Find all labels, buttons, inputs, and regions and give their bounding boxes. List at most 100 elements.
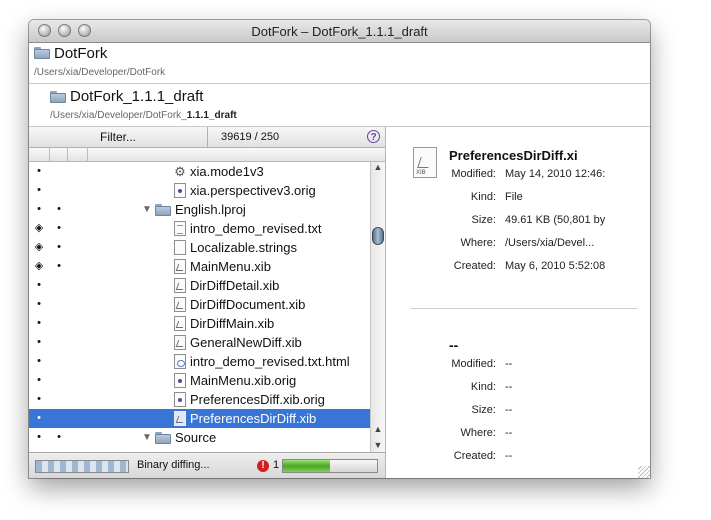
tree-row[interactable]: ◈ • MainMenu.xib [29, 257, 370, 276]
info-key: Kind: [470, 381, 496, 393]
status-marker: • [37, 412, 41, 424]
path-location: /Users/xia/Developer/DotFork_1.1.1_draft [50, 110, 237, 121]
path-name: DotFork_1.1.1_draft [70, 88, 204, 105]
scroll-up-icon[interactable]: ▲ [371, 162, 385, 172]
xib-file-icon [174, 297, 186, 312]
scroll-thumb[interactable] [372, 227, 384, 245]
tree-row[interactable]: • GeneralNewDiff.xib [29, 333, 370, 352]
orig-file-icon [174, 373, 186, 388]
tree-row[interactable]: • ⚙ xia.mode1v3 [29, 162, 370, 181]
info-key: Size: [471, 404, 496, 416]
status-marker: • [57, 241, 61, 253]
tree-row[interactable]: • • ▼ Source [29, 428, 370, 447]
xib-file-icon [174, 259, 186, 274]
tree-row-label: PreferencesDiff.xib.orig [190, 392, 325, 407]
tree-row[interactable]: • xia.perspectivev3.orig [29, 181, 370, 200]
folder-icon [155, 204, 171, 216]
help-button[interactable]: ? [367, 130, 380, 143]
info-value: -- [505, 358, 513, 370]
tree-row-label: xia.perspectivev3.orig [190, 183, 316, 198]
html-file-icon [174, 354, 186, 369]
error-icon[interactable]: ! [257, 460, 269, 472]
status-text: Binary diffing... [137, 459, 210, 471]
info-value: -- [505, 381, 513, 393]
activity-indicator [35, 460, 129, 473]
path-name: DotFork [54, 45, 108, 62]
tree-row[interactable]: • PreferencesDiff.xib.orig [29, 390, 370, 409]
status-marker: • [37, 393, 41, 405]
info-key: Modified: [451, 358, 496, 370]
file-count: 39619 / 250 [221, 131, 280, 143]
tree-row[interactable]: • DirDiffDocument.xib [29, 295, 370, 314]
status-marker: ◈ [34, 241, 44, 253]
info-key: Created: [453, 260, 496, 272]
status-marker: • [37, 279, 41, 291]
tree-row[interactable]: • MainMenu.xib.orig [29, 371, 370, 390]
tree-row-label: GeneralNewDiff.xib [190, 335, 302, 350]
resize-grip-icon[interactable] [638, 466, 650, 478]
app-window: DotFork – DotFork_1.1.1_draft DotFork /U… [29, 20, 650, 478]
xib-file-icon [174, 316, 186, 331]
path-bar-left[interactable]: DotFork /Users/xia/Developer/DotFork [29, 43, 650, 84]
status-marker: • [37, 184, 41, 196]
status-marker: ◈ [34, 222, 44, 234]
title-bar: DotFork – DotFork_1.1.1_draft [29, 20, 650, 43]
file-tree-panel: Filter... 39619 / 250 ? • ⚙ xia.mode1v3 • xi… [29, 127, 386, 478]
status-marker: • [37, 431, 41, 443]
info-key: Where: [460, 427, 496, 439]
column-headers[interactable] [29, 148, 385, 162]
folder-icon [34, 47, 50, 59]
tree-row-label: intro_demo_revised.txt.html [190, 354, 350, 369]
tree-row[interactable]: • intro_demo_revised.txt.html [29, 352, 370, 371]
info-value: 49.61 KB (50,801 by [505, 214, 606, 226]
path-location: /Users/xia/Developer/DotFork [34, 67, 166, 78]
tree-row-label: MainMenu.xib.orig [190, 373, 297, 388]
info-key: Modified: [451, 168, 496, 180]
status-marker: • [37, 374, 41, 386]
orig-file-icon [174, 392, 186, 407]
info-key: Size: [471, 214, 496, 226]
tree-row[interactable]: ◈ • intro_demo_revised.txt [29, 219, 370, 238]
info-value: May 6, 2010 5:52:08 [505, 260, 606, 272]
gear-file-icon: ⚙ [174, 164, 186, 179]
window-title: DotFork – DotFork_1.1.1_draft [251, 24, 428, 39]
info-divider [410, 308, 638, 309]
info-value: -- [505, 450, 513, 462]
tree-row[interactable]: • DirDiffMain.xib [29, 314, 370, 333]
status-marker: • [37, 165, 41, 177]
tree-row[interactable]: • PreferencesDirDiff.xib [29, 409, 370, 428]
info-value: May 14, 2010 12:46: [505, 168, 606, 180]
tree-row-label: PreferencesDirDiff.xib [190, 411, 317, 426]
vertical-scrollbar[interactable]: ▲ ▲ ▼ [370, 162, 385, 452]
scroll-up-arrow-icon[interactable]: ▲ [371, 424, 385, 434]
status-marker: • [37, 317, 41, 329]
filter-button[interactable]: Filter... [29, 127, 208, 147]
disclosure-triangle-icon[interactable]: ▼ [142, 428, 152, 447]
status-marker: • [37, 355, 41, 367]
filter-bar: Filter... 39619 / 250 ? [29, 127, 385, 148]
error-count: 1 [273, 459, 280, 471]
progress-bar [282, 459, 378, 473]
info-key: Where: [460, 237, 496, 249]
tree-row-label: xia.mode1v3 [190, 164, 264, 179]
status-marker: • [57, 203, 61, 215]
disclosure-triangle-icon[interactable]: ▼ [142, 200, 152, 219]
file-tree[interactable]: • ⚙ xia.mode1v3 • xia.perspectivev3.orig • • ▼ E… [29, 162, 370, 452]
folder-icon [155, 432, 171, 444]
status-marker: • [57, 260, 61, 272]
tree-row[interactable]: • DirDiffDetail.xib [29, 276, 370, 295]
tree-row[interactable]: ◈ • Localizable.strings [29, 238, 370, 257]
tree-row-label: English.lproj [175, 202, 246, 217]
tree-row-label: MainMenu.xib [190, 259, 271, 274]
info-value: -- [505, 404, 513, 416]
folder-icon [50, 91, 66, 103]
tree-row-label: Source [175, 430, 217, 445]
info-value: -- [505, 427, 513, 439]
path-bar-right[interactable]: DotFork_1.1.1_draft /Users/xia/Developer… [29, 84, 650, 127]
tree-row-label: intro_demo_revised.txt [190, 221, 322, 236]
xib-file-icon [174, 335, 186, 350]
info-filename: PreferencesDirDiff.xi [449, 148, 578, 163]
scroll-down-arrow-icon[interactable]: ▼ [371, 440, 385, 450]
info-key: Kind: [470, 191, 496, 203]
tree-row[interactable]: • • ▼ English.lproj [29, 200, 370, 219]
